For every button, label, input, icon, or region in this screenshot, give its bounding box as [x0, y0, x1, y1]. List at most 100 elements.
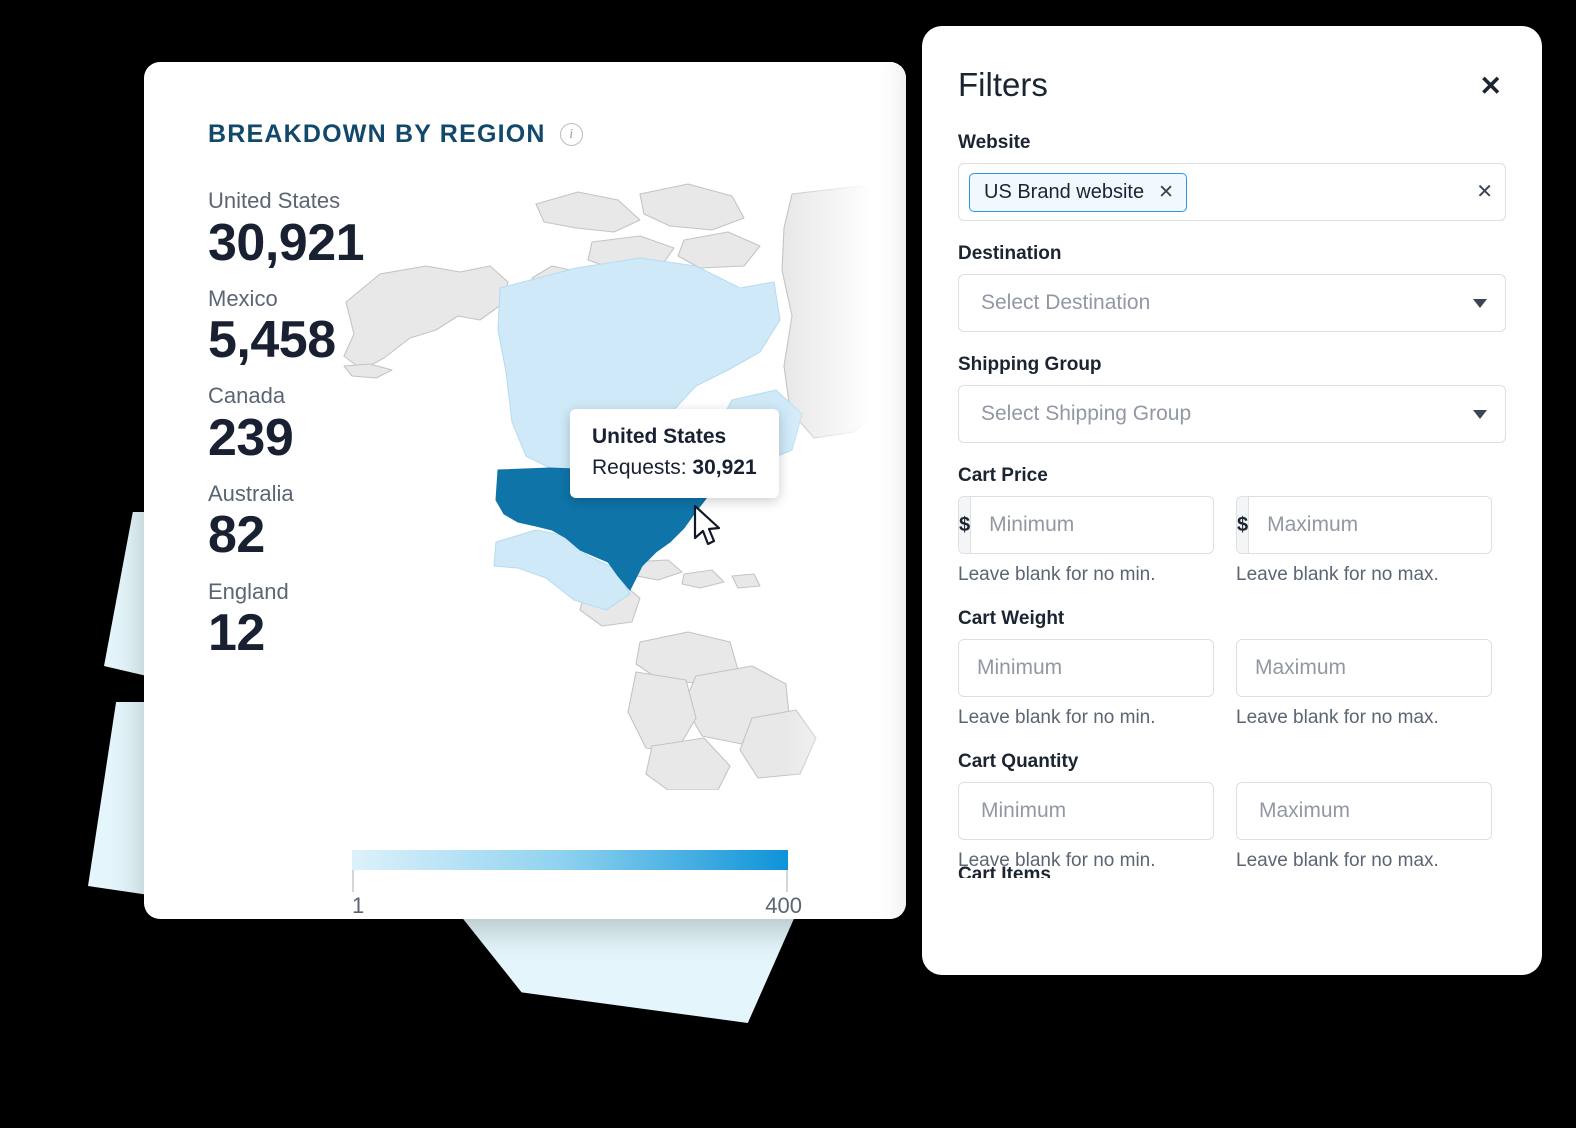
legend-gradient-bar [352, 850, 788, 870]
legend-ticks: 1 400 [352, 870, 802, 918]
list-item: Canada 239 [208, 382, 364, 466]
country-central-america [579, 579, 641, 627]
cart-weight-max-combo[interactable]: lbs [1236, 639, 1492, 697]
chevron-down-icon [1473, 409, 1487, 419]
region-value: 30,921 [208, 213, 365, 272]
cart-quantity-max-input[interactable] [1236, 782, 1492, 840]
country-brazil-east [739, 709, 817, 779]
cart-price-min-col: $ Leave blank for no min. [958, 496, 1214, 586]
destination-label: Destination [958, 243, 1062, 264]
tooltip-metric-label: Requests: [592, 456, 687, 479]
clipped-next-section-label: Cart Items [958, 864, 1051, 878]
tooltip-metric: Requests: 30,921 [592, 456, 757, 480]
legend-label-max: 400 [765, 893, 802, 918]
shipping-group-label: Shipping Group [958, 354, 1102, 375]
card-header: BREAKDOWN BY REGION i [208, 120, 583, 149]
tooltip-title: United States [592, 425, 727, 448]
website-chip-label: US Brand website [984, 180, 1145, 203]
cart-quantity-min-col: Leave blank for no min. [958, 782, 1214, 872]
country-antilles [731, 573, 761, 589]
map-color-legend: 1 400 [352, 850, 802, 918]
map-right-fade [786, 62, 906, 919]
list-item: United States 30,921 [208, 187, 365, 272]
page-title: BREAKDOWN BY REGION [208, 120, 546, 148]
list-item: England 12 [208, 578, 364, 662]
country-arctic-islands-1 [535, 191, 641, 233]
cart-weight-min-combo[interactable]: lbs [958, 639, 1214, 697]
shipping-group-field-group: Shipping Group Select Shipping Group [958, 354, 1506, 443]
cart-price-max-combo[interactable]: $ [1236, 496, 1492, 554]
country-cuba [625, 559, 683, 581]
website-field-group: Website US Brand website ✕ ✕ [958, 132, 1506, 221]
cart-weight-label: Cart Weight [958, 608, 1065, 629]
screenshot-stage: BREAKDOWN BY REGION i United States 30,9… [0, 0, 1576, 1128]
website-chip[interactable]: US Brand website ✕ [969, 172, 1187, 212]
filters-header: Filters ✕ [958, 68, 1506, 102]
cart-price-max-input[interactable] [1249, 497, 1491, 553]
cart-weight-min-col: lbs Leave blank for no min. [958, 639, 1214, 729]
cart-price-min-input[interactable] [971, 497, 1213, 553]
region-name: Canada [208, 383, 286, 409]
country-arctic-islands-2 [639, 183, 745, 231]
cart-price-min-combo[interactable]: $ [958, 496, 1214, 554]
country-chile-argentina [645, 737, 731, 790]
cart-quantity-field-group: Cart Quantity Leave blank for no min. Le… [958, 751, 1506, 872]
shipping-group-select[interactable]: Select Shipping Group [958, 385, 1506, 443]
close-icon[interactable]: ✕ [1475, 71, 1506, 102]
cart-price-min-hint: Leave blank for no min. [958, 564, 1156, 585]
cart-price-label: Cart Price [958, 465, 1048, 486]
region-value: 239 [208, 408, 294, 467]
destination-placeholder: Select Destination [981, 291, 1151, 314]
cart-weight-min-hint: Leave blank for no min. [958, 707, 1156, 728]
list-item: Mexico 5,458 [208, 285, 364, 369]
website-multiselect[interactable]: US Brand website ✕ ✕ [958, 163, 1506, 221]
cart-price-max-col: $ Leave blank for no max. [1236, 496, 1492, 586]
breakdown-by-region-card: BREAKDOWN BY REGION i United States 30,9… [144, 62, 906, 919]
region-name: United States [208, 188, 341, 213]
list-item: Australia 82 [208, 480, 364, 564]
map-tooltip: United States Requests: 30,921 [570, 409, 779, 498]
filters-title: Filters [958, 66, 1048, 103]
cart-weight-max-hint: Leave blank for no max. [1236, 707, 1439, 728]
cart-weight-max-input[interactable] [1237, 640, 1491, 696]
chevron-down-icon [1473, 298, 1487, 308]
destination-field-group: Destination Select Destination [958, 243, 1506, 332]
country-arctic-islands-5 [531, 265, 599, 295]
cart-quantity-min-input[interactable] [958, 782, 1214, 840]
cart-quantity-label: Cart Quantity [958, 751, 1079, 772]
country-alaska [343, 265, 509, 371]
country-arctic-islands-4 [677, 231, 761, 269]
country-greenland [781, 185, 906, 439]
country-arctic-islands-3 [587, 235, 675, 271]
tooltip-metric-value: 30,921 [692, 456, 757, 479]
country-hispaniola [681, 569, 725, 589]
clear-all-icon[interactable]: ✕ [1476, 182, 1493, 202]
cart-price-max-hint: Leave blank for no max. [1236, 564, 1439, 585]
region-name: Mexico [208, 285, 278, 311]
country-arctic-islands-6 [625, 279, 697, 313]
cart-quantity-max-col: Leave blank for no max. [1236, 782, 1492, 872]
currency-prefix-icon: $ [959, 497, 972, 553]
legend-tick-max [786, 870, 788, 892]
chip-remove-icon[interactable]: ✕ [1158, 183, 1174, 202]
region-stat-list: United States 30,921 Mexico 5,458 Canada… [208, 187, 365, 675]
region-value: 12 [208, 604, 265, 663]
cart-weight-field-group: Cart Weight lbs Leave blank for no min. … [958, 608, 1506, 729]
region-name: England [208, 578, 289, 604]
destination-select[interactable]: Select Destination [958, 274, 1506, 332]
country-mexico [493, 529, 631, 611]
legend-label-min: 1 [352, 893, 365, 918]
mouse-cursor-icon [693, 505, 721, 546]
region-value: 5,458 [208, 311, 336, 370]
cart-price-field-group: Cart Price $ Leave blank for no min. $ [958, 465, 1506, 586]
cart-weight-min-input[interactable] [959, 640, 1213, 696]
legend-tick-min [352, 870, 354, 892]
currency-prefix-icon: $ [1237, 497, 1250, 553]
cart-weight-max-col: lbs Leave blank for no max. [1236, 639, 1492, 729]
website-label: Website [958, 132, 1031, 153]
country-west-africa-coast [889, 588, 906, 637]
info-icon[interactable]: i [559, 123, 583, 146]
country-brazil-north [683, 665, 791, 747]
country-colombia-venezuela [635, 631, 739, 685]
region-value: 82 [208, 506, 265, 565]
